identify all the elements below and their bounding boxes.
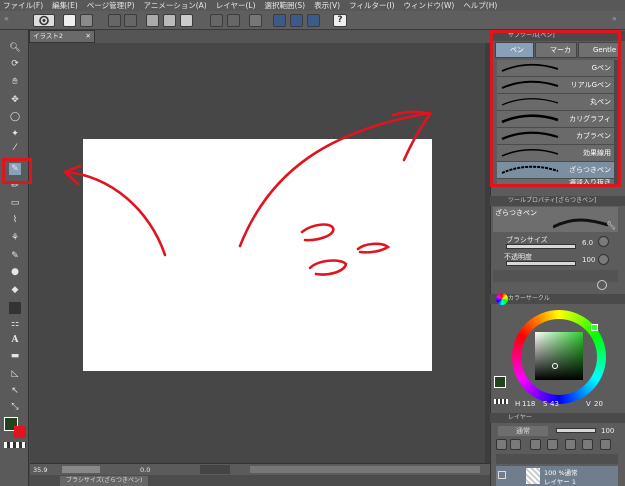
saturation-value-square[interactable] — [535, 332, 583, 380]
layer-name: レイヤー 1 — [544, 478, 577, 486]
layer-header-label: レイヤー — [508, 414, 532, 421]
layer-toolbar — [496, 454, 618, 464]
stroke-arc-right — [238, 111, 432, 248]
cc-transparent-icon[interactable] — [494, 399, 508, 404]
tool-property-header-label: ツールプロパティ[ざらつきペン] — [508, 197, 597, 204]
layer-ref-icon[interactable] — [510, 439, 521, 450]
opacity-value: 100 — [582, 256, 596, 264]
zoom-value: 35.9 — [33, 466, 48, 474]
hsv-h-value: 118 — [522, 400, 536, 408]
stroke-arrow-left-a — [63, 164, 82, 174]
brush-size-tab-label: ブラシサイズ(ざらつきペン) — [66, 477, 143, 484]
tool-property-header: ツールプロパティ[ざらつきペン] — [490, 196, 625, 206]
wrench-icon[interactable]: 🔧︎ — [606, 221, 616, 230]
cc-main-color[interactable] — [494, 376, 506, 388]
hsv-v-label: V — [586, 400, 591, 408]
stroke-curl-2 — [356, 242, 391, 254]
stroke-curl-1 — [300, 223, 335, 242]
hsv-s-value: 43 — [550, 400, 559, 408]
layer-mask-icon[interactable] — [547, 439, 558, 450]
hsv-v-value: 20 — [594, 400, 603, 408]
brush-preview-stroke — [553, 218, 608, 229]
layer-row[interactable]: 100 %通常 レイヤー 1 — [496, 466, 618, 486]
status-bar: 35.9 0.0 — [30, 463, 490, 475]
opacity-toggle-icon[interactable] — [598, 254, 609, 265]
blend-mode-select[interactable]: 通常 — [498, 426, 548, 436]
opacity-slider[interactable] — [506, 261, 576, 266]
brush-size-tab[interactable]: ブラシサイズ(ざらつきペン) — [60, 476, 148, 486]
eye-icon[interactable] — [498, 471, 506, 479]
layer-clip-icon[interactable] — [496, 439, 507, 450]
color-circle-header-label: カラーサークル — [508, 295, 550, 302]
zoom-slider[interactable] — [62, 466, 100, 473]
layer-thumbnail — [526, 468, 540, 484]
hue-cursor[interactable] — [591, 324, 598, 331]
brush-preview-name: ざらつきペン — [495, 209, 537, 217]
angle-value: 0.0 — [140, 466, 151, 474]
subtool-panel-highlight — [490, 30, 621, 187]
flip-buttons[interactable] — [200, 465, 230, 474]
stroke-arrow-right-b — [402, 112, 432, 162]
stroke-arc-left — [63, 170, 167, 257]
color-circle-header: カラーサークル — [490, 294, 625, 304]
layer-opacity-value: 100 — [601, 427, 615, 435]
layer-new-icon[interactable] — [565, 439, 576, 450]
blend-mode-label: 通常 — [516, 427, 530, 435]
stroke-curl-3 — [308, 259, 348, 276]
color-picker-cursor[interactable] — [552, 363, 558, 369]
color-wheel-icon — [496, 293, 508, 305]
hsv-h-label: H — [515, 400, 521, 408]
brush-size-toggle-icon[interactable] — [598, 236, 609, 247]
hsv-s-label: S — [543, 400, 548, 408]
layer-header: レイヤー — [490, 413, 625, 423]
layer-opacity-slider[interactable] — [556, 428, 596, 433]
layer-lock-icon[interactable] — [530, 439, 541, 450]
color-wheel[interactable] — [512, 310, 606, 404]
horizontal-scrollbar[interactable] — [250, 466, 480, 473]
pen-tool-highlight — [2, 158, 32, 184]
layer-folder-icon[interactable] — [582, 439, 593, 450]
brush-size-slider[interactable] — [506, 244, 576, 249]
settings-gear-icon[interactable] — [597, 280, 607, 290]
brush-size-value: 6.0 — [582, 239, 594, 247]
brush-preview: ざらつきペン 🔧︎ — [493, 207, 618, 232]
layer-delete-icon[interactable] — [600, 439, 611, 450]
